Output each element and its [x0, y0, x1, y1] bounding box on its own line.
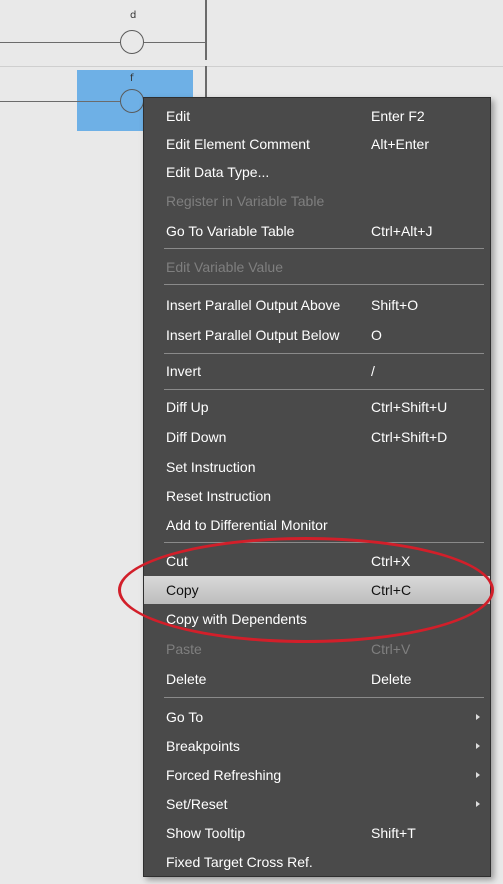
- menu-item-shortcut: Shift+O: [371, 297, 419, 313]
- menu-item-set-instruction[interactable]: Set Instruction: [144, 453, 490, 481]
- menu-item-shortcut: Ctrl+Shift+D: [371, 429, 448, 445]
- menu-item-shortcut: Ctrl+V: [371, 641, 411, 657]
- menu-item-show-tooltip[interactable]: Show Tooltip Shift+T: [144, 819, 490, 847]
- menu-item-label: Edit: [166, 108, 191, 124]
- menu-item-edit[interactable]: Edit Enter F2: [144, 102, 490, 130]
- coil-f[interactable]: [120, 89, 144, 113]
- menu-item-copy[interactable]: Copy Ctrl+C: [144, 576, 490, 604]
- menu-separator: [164, 389, 484, 390]
- menu-item-add-to-differential-monitor[interactable]: Add to Differential Monitor: [144, 511, 490, 539]
- coil-d[interactable]: [120, 30, 144, 54]
- menu-item-forced-refreshing[interactable]: Forced Refreshing: [144, 761, 490, 789]
- menu-item-breakpoints[interactable]: Breakpoints: [144, 732, 490, 760]
- menu-item-delete[interactable]: Delete Delete: [144, 665, 490, 693]
- menu-item-shortcut: Delete: [371, 671, 412, 687]
- menu-item-shortcut: Ctrl+Alt+J: [371, 223, 433, 239]
- menu-item-label: Delete: [166, 671, 207, 687]
- menu-item-go-to[interactable]: Go To: [144, 703, 490, 731]
- coil-f-label: f: [130, 73, 134, 84]
- menu-item-label: Diff Down: [166, 429, 227, 445]
- menu-item-cut[interactable]: Cut Ctrl+X: [144, 547, 490, 575]
- menu-item-reset-instruction[interactable]: Reset Instruction: [144, 482, 490, 510]
- menu-item-label: Breakpoints: [166, 738, 240, 754]
- menu-item-edit-element-comment[interactable]: Edit Element Comment Alt+Enter: [144, 130, 490, 158]
- rung-line-bottom-left: [0, 101, 120, 102]
- menu-separator: [164, 542, 484, 543]
- menu-item-label: Go To: [166, 709, 204, 725]
- menu-item-label: Diff Up: [166, 399, 209, 415]
- menu-item-label: Paste: [166, 641, 202, 657]
- coil-d-label: d: [130, 10, 137, 21]
- menu-item-label: Edit Variable Value: [166, 259, 283, 275]
- menu-item-label: Cut: [166, 553, 188, 569]
- menu-item-invert[interactable]: Invert /: [144, 357, 490, 385]
- menu-item-label: Set/Reset: [166, 796, 228, 812]
- submenu-arrow-icon: [476, 714, 480, 720]
- menu-item-shortcut: Alt+Enter: [371, 136, 429, 152]
- menu-item-diff-down[interactable]: Diff Down Ctrl+Shift+D: [144, 423, 490, 451]
- menu-item-label: Edit Data Type...: [166, 164, 270, 180]
- menu-item-edit-data-type[interactable]: Edit Data Type...: [144, 158, 490, 186]
- menu-item-label: Reset Instruction: [166, 488, 272, 504]
- menu-item-label: Edit Element Comment: [166, 136, 310, 152]
- right-power-rail: [205, 0, 207, 60]
- menu-item-label: Insert Parallel Output Above: [166, 297, 341, 313]
- menu-item-shortcut: O: [371, 327, 382, 343]
- menu-item-edit-variable-value: Edit Variable Value: [144, 253, 490, 281]
- menu-item-shortcut: Ctrl+C: [371, 582, 412, 598]
- menu-item-shortcut: Enter F2: [371, 108, 425, 124]
- menu-item-register-in-variable-table: Register in Variable Table: [144, 187, 490, 215]
- menu-item-fixed-target-cross-ref[interactable]: Fixed Target Cross Ref.: [144, 848, 490, 876]
- submenu-arrow-icon: [476, 743, 480, 749]
- menu-item-shortcut: /: [371, 363, 375, 379]
- menu-item-label: Set Instruction: [166, 459, 256, 475]
- rung-line-top-right: [144, 42, 205, 43]
- menu-item-go-to-variable-table[interactable]: Go To Variable Table Ctrl+Alt+J: [144, 217, 490, 245]
- menu-separator: [164, 697, 484, 698]
- menu-item-copy-with-dependents[interactable]: Copy with Dependents: [144, 605, 490, 633]
- submenu-arrow-icon: [476, 772, 480, 778]
- menu-item-label: Add to Differential Monitor: [166, 517, 328, 533]
- menu-item-insert-parallel-output-below[interactable]: Insert Parallel Output Below O: [144, 321, 490, 349]
- menu-item-label: Fixed Target Cross Ref.: [166, 854, 313, 870]
- menu-item-label: Insert Parallel Output Below: [166, 327, 340, 343]
- menu-separator: [164, 248, 484, 249]
- menu-item-set-reset[interactable]: Set/Reset: [144, 790, 490, 818]
- menu-separator: [164, 284, 484, 285]
- menu-item-label: Copy with Dependents: [166, 611, 307, 627]
- context-menu: Edit Enter F2 Edit Element Comment Alt+E…: [143, 97, 491, 877]
- menu-item-label: Copy: [166, 582, 199, 598]
- menu-item-diff-up[interactable]: Diff Up Ctrl+Shift+U: [144, 393, 490, 421]
- menu-item-insert-parallel-output-above[interactable]: Insert Parallel Output Above Shift+O: [144, 291, 490, 319]
- submenu-arrow-icon: [476, 801, 480, 807]
- menu-item-paste: Paste Ctrl+V: [144, 635, 490, 663]
- rung-line-top-left: [0, 42, 120, 43]
- menu-item-label: Invert: [166, 363, 202, 379]
- menu-item-shortcut: Ctrl+X: [371, 553, 411, 569]
- menu-separator: [164, 353, 484, 354]
- rung-divider: [0, 66, 503, 67]
- menu-item-label: Forced Refreshing: [166, 767, 282, 783]
- menu-item-label: Show Tooltip: [166, 825, 246, 841]
- menu-item-shortcut: Ctrl+Shift+U: [371, 399, 448, 415]
- menu-item-label: Go To Variable Table: [166, 223, 295, 239]
- menu-item-shortcut: Shift+T: [371, 825, 416, 841]
- menu-item-label: Register in Variable Table: [166, 193, 325, 209]
